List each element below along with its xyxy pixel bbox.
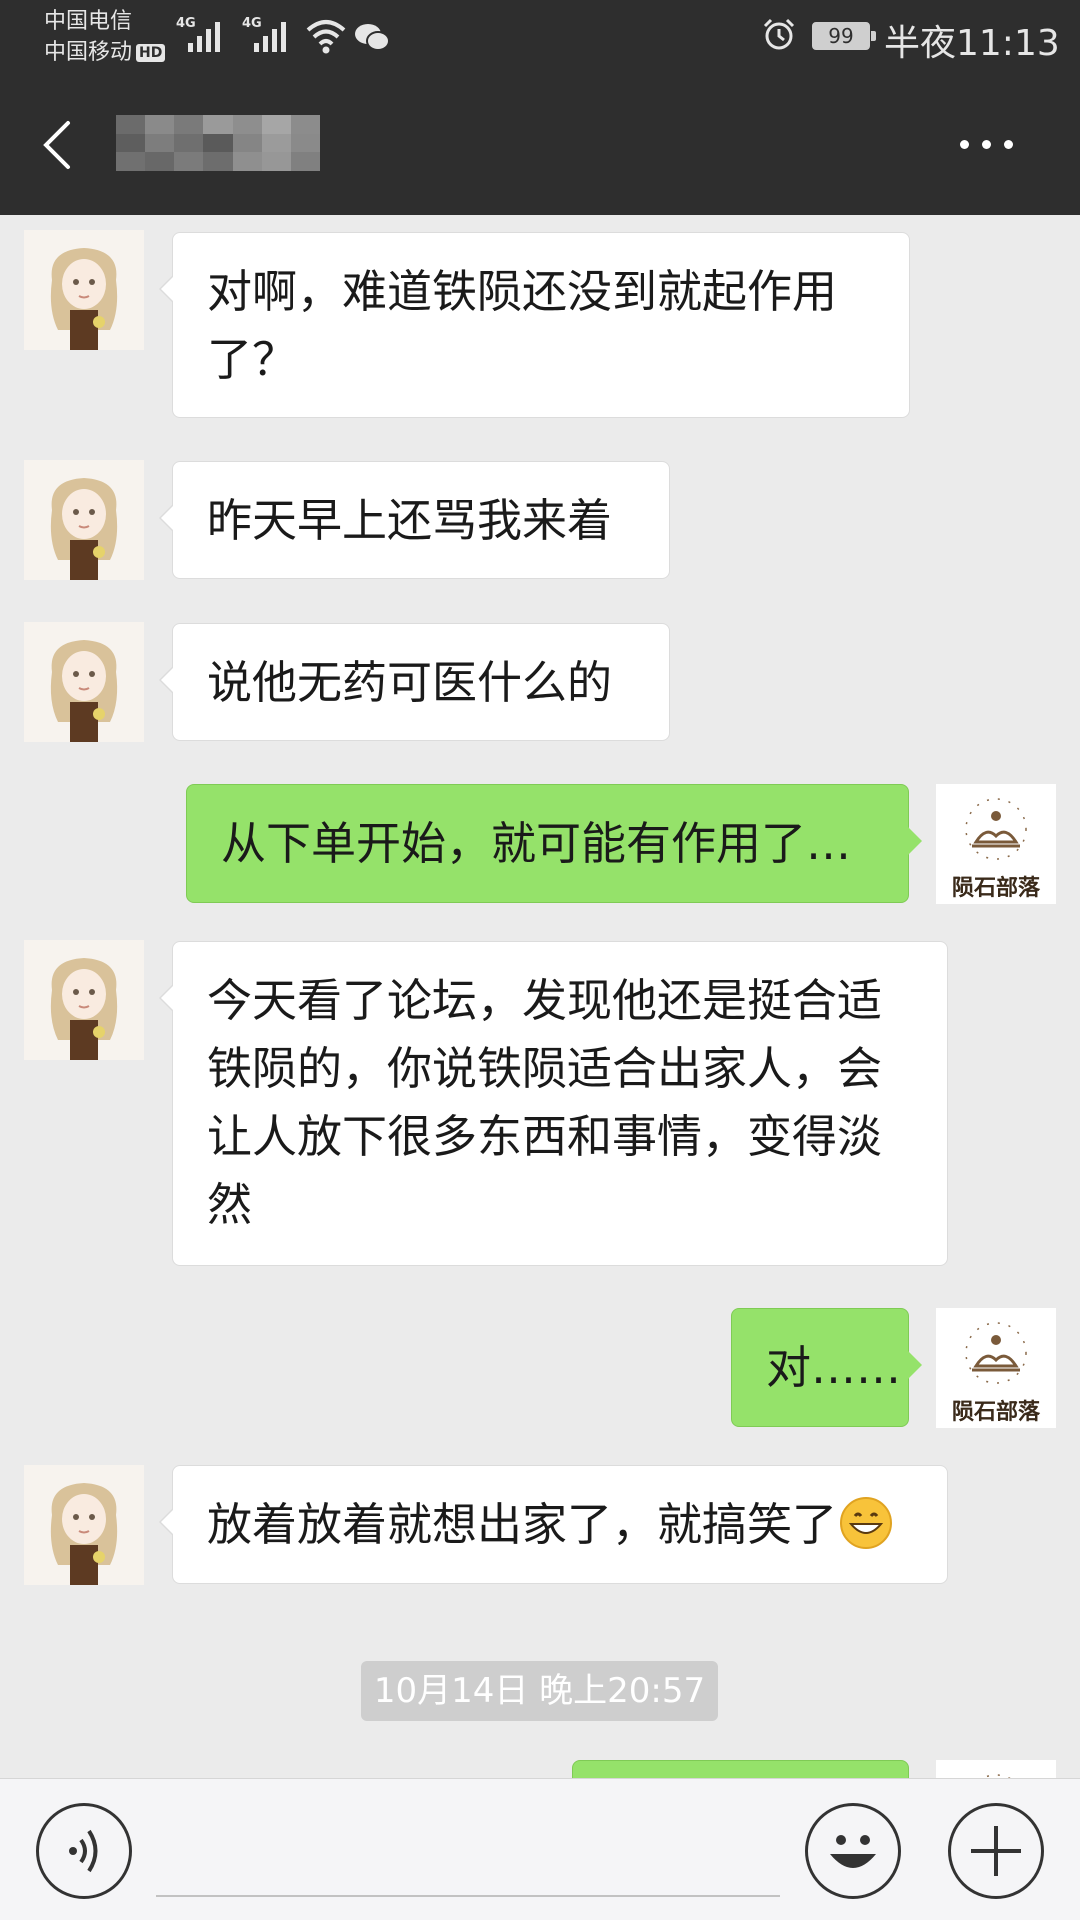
message-bubble-received[interactable]: 昨天早上还骂我来着: [159, 461, 670, 579]
girl-avatar-image: [24, 460, 144, 580]
plus-glyph-icon: [971, 1826, 1021, 1876]
input-bar: [0, 1778, 1080, 1920]
more-dots-icon[interactable]: [960, 135, 1030, 155]
meteorite-tribe-avatar[interactable]: 陨石部落: [936, 1308, 1056, 1428]
carrier-2: 中国移动: [44, 40, 133, 65]
message-bubble-sent[interactable]: [572, 1760, 909, 1778]
meteorite-tribe-avatar[interactable]: [936, 1760, 1056, 1778]
girl-avatar[interactable]: [24, 460, 144, 580]
plus-icon[interactable]: [948, 1803, 1044, 1899]
message-text: 放着放着就想出家了，就搞笑了: [207, 1498, 838, 1551]
girl-avatar-image: [24, 940, 144, 1060]
message-bubble-received[interactable]: 说他无药可医什么的: [159, 623, 670, 741]
girl-avatar[interactable]: [24, 622, 144, 742]
avatar-label: 陨石部落: [951, 1399, 1040, 1425]
message-bubble-sent[interactable]: 对……: [731, 1308, 922, 1427]
status-time: 半夜11:13: [884, 23, 1060, 64]
wifi-icon: [306, 20, 346, 54]
message-bubble-sent[interactable]: 从下单开始，就可能有作用了…: [186, 784, 922, 903]
chevron-left-icon[interactable]: [36, 115, 86, 175]
smiley-face-icon: [830, 1835, 876, 1868]
hd-badge: HD: [136, 44, 166, 62]
avatar-label: 陨石部落: [951, 875, 1040, 901]
alarm-icon: [763, 18, 795, 50]
girl-avatar-image: [24, 622, 144, 742]
carrier-info: 中国电信 中国移动 HD: [44, 6, 166, 68]
status-bar: 中国电信 中国移动 HD 4G 4G 99 半夜11:13: [0, 0, 1080, 75]
emoji-icon[interactable]: [805, 1803, 901, 1899]
lotus-logo-icon: [936, 1760, 1056, 1778]
voice-icon[interactable]: [36, 1803, 132, 1899]
battery-icon: 99: [812, 22, 876, 50]
girl-avatar[interactable]: [24, 230, 144, 350]
message-bubble-received[interactable]: 今天看了论坛，发现他还是挺合适铁陨的，你说铁陨适合出家人，会让人放下很多东西和事…: [159, 941, 948, 1266]
message-bubble-received[interactable]: 放着放着就想出家了，就搞笑了: [159, 1465, 948, 1584]
voice-wave-icon: [69, 1829, 98, 1873]
message-input[interactable]: [156, 1809, 780, 1897]
girl-avatar-image: [24, 1465, 144, 1585]
meteorite-tribe-avatar[interactable]: 陨石部落: [936, 784, 1056, 904]
girl-avatar-image: [24, 230, 144, 350]
carrier-1: 中国电信: [44, 9, 133, 34]
grinning-face-emoji: [840, 1497, 893, 1549]
title-bar: [0, 75, 1080, 215]
message-bubble-received[interactable]: 对啊，难道铁陨还没到就起作用了？: [159, 232, 910, 418]
chat-area[interactable]: 对啊，难道铁陨还没到就起作用了？ 昨天早上还骂我来着 说他无药可医什么的 从下单…: [0, 215, 1080, 1778]
girl-avatar[interactable]: [24, 940, 144, 1060]
contact-name-blurred: [116, 115, 320, 171]
wechat-icon: [355, 24, 390, 51]
chat-timestamp: 10月14日 晚上20:57: [361, 1661, 718, 1721]
girl-avatar[interactable]: [24, 1465, 144, 1585]
